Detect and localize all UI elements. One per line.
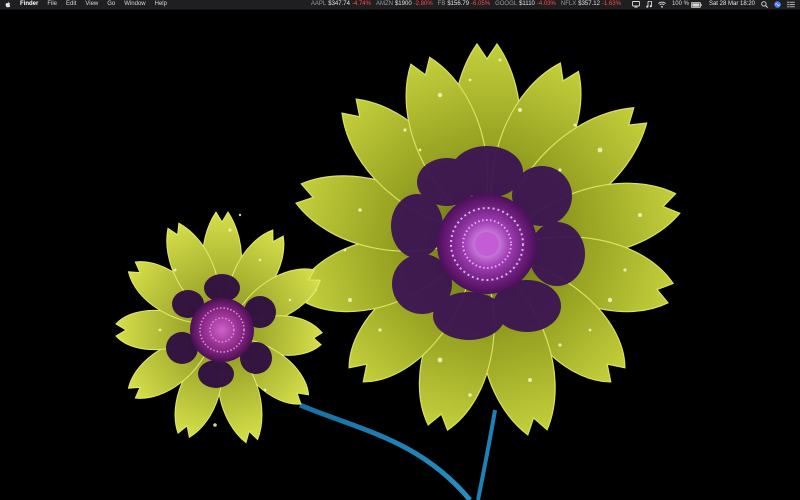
- ticker-change: -6.05%: [471, 1, 491, 7]
- stock-ticker[interactable]: FB $156.79 -6.05%: [438, 0, 490, 9]
- music-note-icon[interactable]: [646, 1, 652, 8]
- stock-ticker[interactable]: NFLX $357.12 -1.63%: [561, 0, 621, 9]
- desktop-wallpaper: [0, 10, 800, 500]
- ticker-symbol: NFLX: [560, 1, 577, 7]
- ticker-symbol: FB: [437, 1, 446, 7]
- battery-icon: [690, 1, 702, 8]
- ticker-price: $1900: [394, 1, 412, 7]
- siri-icon[interactable]: [774, 1, 781, 8]
- search-icon[interactable]: [761, 1, 768, 8]
- menu-window[interactable]: Window: [124, 0, 145, 9]
- stock-ticker[interactable]: GOOGL $1110 -4.03%: [495, 0, 556, 9]
- ticker-change: -4.74%: [351, 1, 371, 7]
- display-icon[interactable]: [632, 1, 640, 8]
- battery-status[interactable]: 100 %: [672, 0, 702, 9]
- menu-help[interactable]: Help: [155, 0, 167, 9]
- stock-ticker[interactable]: AMZN $1900 -2.80%: [376, 0, 433, 9]
- apple-logo-icon[interactable]: [5, 1, 11, 8]
- ticker-change: -1.63%: [601, 1, 621, 7]
- menu-app-name[interactable]: Finder: [20, 0, 38, 9]
- menu-bar-right: AAPL $347.74 -4.74% AMZN $1900 -2.80% FB…: [311, 0, 800, 9]
- notification-center-icon[interactable]: [787, 1, 795, 8]
- menu-bar-left: Finder File Edit View Go Window Help: [0, 0, 176, 9]
- stock-ticker[interactable]: AAPL $347.74 -4.74%: [311, 0, 371, 9]
- ticker-change: -2.80%: [413, 1, 433, 7]
- ticker-price: $156.79: [447, 1, 470, 7]
- ticker-change: -4.03%: [536, 1, 556, 7]
- ticker-price: $1110: [519, 1, 535, 7]
- menu-edit[interactable]: Edit: [66, 0, 76, 9]
- wifi-icon[interactable]: [658, 1, 666, 8]
- ticker-symbol: AAPL: [310, 1, 327, 7]
- menu-go[interactable]: Go: [107, 0, 115, 9]
- battery-percentage: 100 %: [671, 1, 689, 7]
- ticker-price: $347.74: [328, 1, 350, 7]
- menu-file[interactable]: File: [47, 0, 57, 9]
- menu-clock[interactable]: Sat 28 Mar 18:20: [709, 0, 755, 9]
- ticker-symbol: AMZN: [375, 1, 393, 7]
- menu-view[interactable]: View: [85, 0, 98, 9]
- ticker-price: $357.12: [578, 1, 600, 7]
- menu-bar: Finder File Edit View Go Window Help AAP…: [0, 0, 800, 10]
- ticker-symbol: GOOGL: [495, 1, 518, 7]
